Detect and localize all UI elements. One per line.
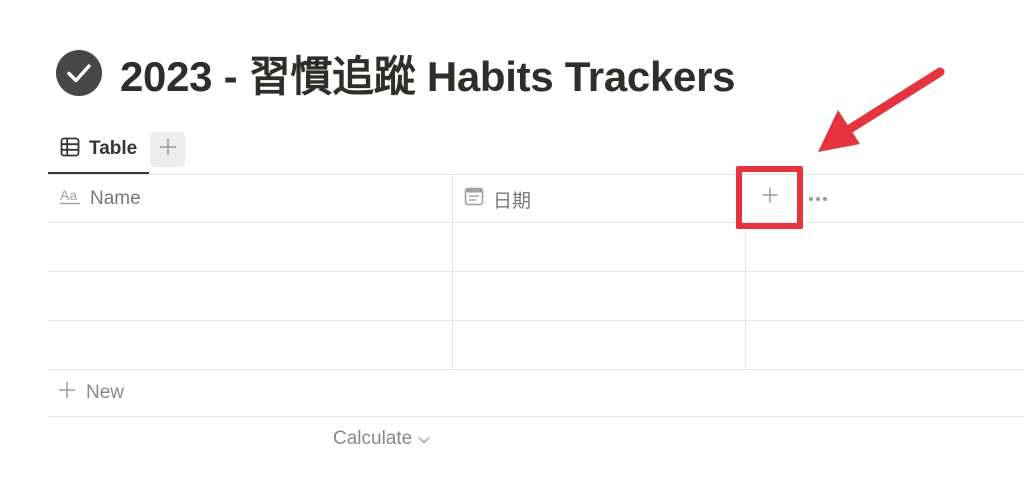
calculate-label: Calculate <box>333 428 413 449</box>
plus-icon <box>58 381 76 405</box>
check-circle-icon[interactable] <box>56 50 102 96</box>
footer-divider <box>48 416 1024 417</box>
chevron-down-icon <box>418 428 430 450</box>
table-row[interactable] <box>48 223 1024 271</box>
arrow-annotation <box>800 60 950 165</box>
more-options-button[interactable] <box>806 186 830 210</box>
table-top-border <box>48 174 1024 175</box>
table-icon <box>60 137 80 162</box>
calculate-button[interactable]: Calculate <box>333 424 430 454</box>
new-row-label: New <box>86 382 125 403</box>
page-title[interactable]: 2023 - 習慣追蹤 Habits Trackers <box>120 43 735 104</box>
tab-label: Table <box>89 138 138 159</box>
table-row[interactable] <box>48 272 1024 320</box>
plus-icon <box>761 186 779 209</box>
plus-icon <box>159 138 177 161</box>
ellipsis-icon <box>808 189 828 207</box>
views-bar: Table <box>48 124 186 174</box>
page-header: 2023 - 習慣追蹤 Habits Trackers <box>56 46 735 100</box>
svg-text:Aa: Aa <box>60 187 77 203</box>
calendar-icon <box>464 186 484 212</box>
column-header-name[interactable]: Aa Name <box>60 176 141 222</box>
add-view-button[interactable] <box>150 131 186 167</box>
row-divider <box>48 369 1024 370</box>
notion-page: 2023 - 習慣追蹤 Habits Trackers Table Aa Nam… <box>0 0 1024 501</box>
tab-table-view[interactable]: Table <box>48 124 150 174</box>
column-header-label: Name <box>90 188 141 209</box>
text-aa-icon: Aa <box>60 187 81 211</box>
new-row-button[interactable]: New <box>58 376 124 410</box>
column-header-label: 日期 <box>493 190 532 212</box>
add-property-button[interactable] <box>736 166 803 229</box>
column-header-date[interactable]: 日期 <box>464 176 531 222</box>
table-row[interactable] <box>48 321 1024 369</box>
